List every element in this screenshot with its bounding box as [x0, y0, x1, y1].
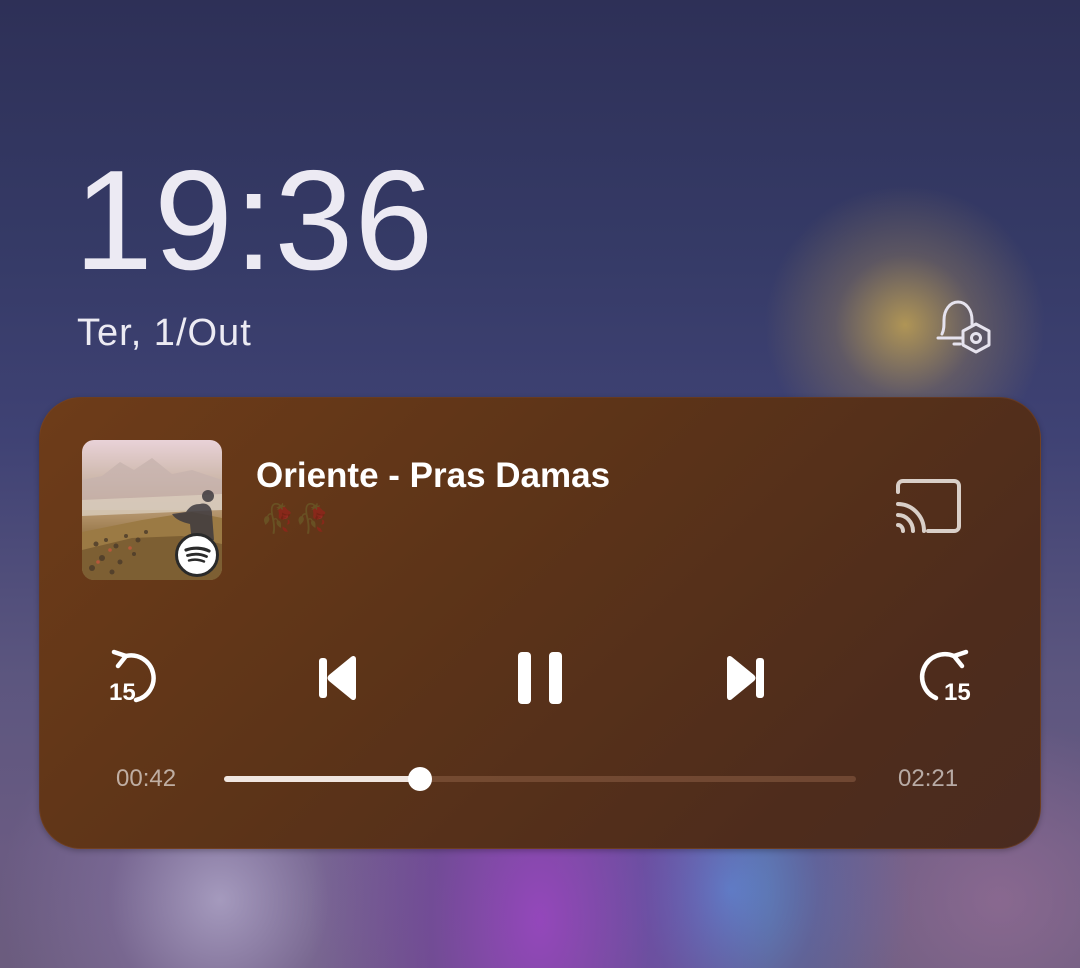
forward-15-label: 15	[944, 679, 971, 706]
album-artwork[interactable]	[82, 440, 222, 580]
lockscreen-date: Ter, 1/Out	[77, 312, 252, 354]
seek-progress	[224, 776, 420, 782]
rewind-15-button[interactable]: 15	[96, 638, 176, 718]
playback-controls: 15 15	[40, 638, 1040, 718]
bell-settings-icon[interactable]	[932, 298, 996, 358]
track-title: Oriente - Pras Damas	[256, 456, 611, 495]
elapsed-time: 00:42	[116, 765, 177, 792]
media-player-card[interactable]: Oriente - Pras Damas 🥀🥀 15 15 00:42 02:2…	[39, 397, 1041, 849]
cast-icon[interactable]	[892, 476, 962, 536]
lockscreen-clock: 19:36	[74, 141, 435, 300]
skip-next-icon[interactable]	[705, 638, 785, 718]
seek-thumb[interactable]	[407, 767, 432, 791]
seek-bar[interactable]	[224, 767, 856, 791]
skip-previous-icon[interactable]	[298, 638, 378, 718]
track-artist: 🥀🥀	[260, 503, 330, 534]
total-duration: 02:21	[898, 765, 959, 792]
pause-icon[interactable]	[501, 638, 581, 718]
forward-15-button[interactable]: 15	[908, 638, 988, 718]
spotify-icon	[175, 533, 219, 577]
rewind-15-label: 15	[109, 679, 136, 706]
